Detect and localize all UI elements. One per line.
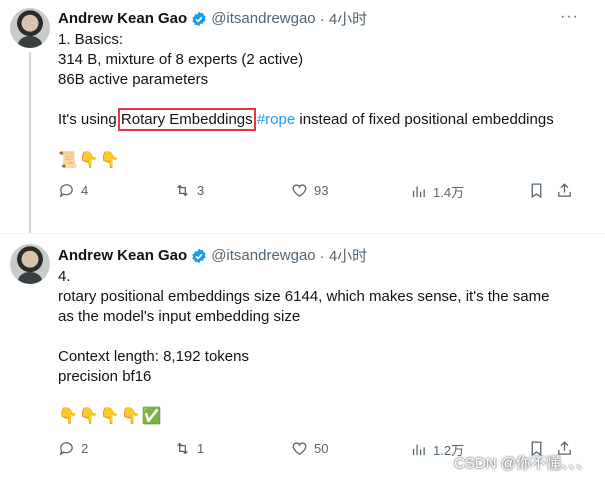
tweet-header: Andrew Kean Gao @itsandrewgao · 4小时 xyxy=(58,8,367,29)
retweet-count: 3 xyxy=(197,183,205,198)
reply-icon xyxy=(59,442,73,456)
share-button[interactable] xyxy=(556,182,573,199)
reply-button[interactable]: 2 xyxy=(58,440,88,457)
text-line: rotary positional embeddings size 6144, … xyxy=(58,288,550,305)
text-line: It's using Rotary Embeddings #rope inste… xyxy=(58,108,588,131)
reply-count: 2 xyxy=(81,441,89,456)
tweet-text: 4. rotary positional embeddings size 614… xyxy=(58,267,588,387)
like-count: 50 xyxy=(314,441,329,456)
heart-icon xyxy=(292,184,307,197)
action-bar: 4 3 93 1.4万 xyxy=(58,182,578,202)
author-handle[interactable]: @itsandrewgao xyxy=(211,247,315,264)
text-line: 1. Basics: xyxy=(58,31,124,48)
tweet-1: Andrew Kean Gao @itsandrewgao · 4小时 ··· … xyxy=(0,0,605,233)
text-line: 4. xyxy=(58,268,71,285)
tweet-header: Andrew Kean Gao @itsandrewgao · 4小时 xyxy=(58,245,367,266)
verified-badge-icon xyxy=(192,248,206,263)
tweet-text: 1. Basics: 314 B, mixture of 8 experts (… xyxy=(58,30,588,131)
emoji-line: 📜👇👇 xyxy=(58,152,121,169)
retweet-icon xyxy=(177,184,188,197)
verified-badge-icon xyxy=(192,11,206,26)
emoji-line: 👇👇👇👇✅ xyxy=(58,408,163,425)
text-line: as the model's input embedding size xyxy=(58,308,301,325)
reply-count: 4 xyxy=(81,183,89,198)
csdn-watermark: CSDN @你不懂、、、 xyxy=(454,455,591,472)
share-icon xyxy=(558,183,571,197)
bookmark-button[interactable] xyxy=(528,182,545,199)
like-button[interactable]: 93 xyxy=(291,182,328,199)
author-handle[interactable]: @itsandrewgao xyxy=(211,10,315,27)
highlighted-phrase: Rotary Embeddings xyxy=(117,108,256,131)
like-button[interactable]: 50 xyxy=(291,440,328,457)
text-line: 86B active parameters xyxy=(58,71,209,88)
avatar[interactable] xyxy=(10,244,50,284)
bookmark-icon xyxy=(531,183,542,199)
text-line: precision bf16 xyxy=(58,368,152,385)
avatar[interactable] xyxy=(10,8,50,48)
author-name[interactable]: Andrew Kean Gao xyxy=(58,10,187,27)
heart-icon xyxy=(292,442,307,455)
text-line xyxy=(58,327,588,347)
text-line: 314 B, mixture of 8 experts (2 active) xyxy=(58,51,304,68)
views-icon xyxy=(412,444,425,456)
author-name[interactable]: Andrew Kean Gao xyxy=(58,247,187,264)
view-count: 1.4万 xyxy=(433,185,465,200)
retweet-button[interactable]: 1 xyxy=(174,440,204,457)
retweet-count: 1 xyxy=(197,441,205,456)
reply-icon xyxy=(59,184,73,198)
retweet-icon xyxy=(177,442,188,455)
thread-line xyxy=(29,52,31,233)
views-icon xyxy=(412,186,425,198)
tweet-2: Andrew Kean Gao @itsandrewgao · 4小时 4. r… xyxy=(0,234,605,481)
text-line: Context length: 8,192 tokens xyxy=(58,348,249,365)
hashtag-link[interactable]: #rope xyxy=(257,111,295,128)
tweet-time[interactable]: · 4小时 xyxy=(320,8,368,29)
like-count: 93 xyxy=(314,183,329,198)
more-options-icon[interactable]: ··· xyxy=(560,8,579,26)
views-button[interactable]: 1.4万 xyxy=(410,182,464,201)
tweet-time[interactable]: · 4小时 xyxy=(320,245,368,266)
text-prefix: It's using xyxy=(58,111,121,128)
text-suffix: instead of fixed positional embeddings xyxy=(295,111,554,128)
retweet-button[interactable]: 3 xyxy=(174,182,204,199)
reply-button[interactable]: 4 xyxy=(58,182,88,199)
